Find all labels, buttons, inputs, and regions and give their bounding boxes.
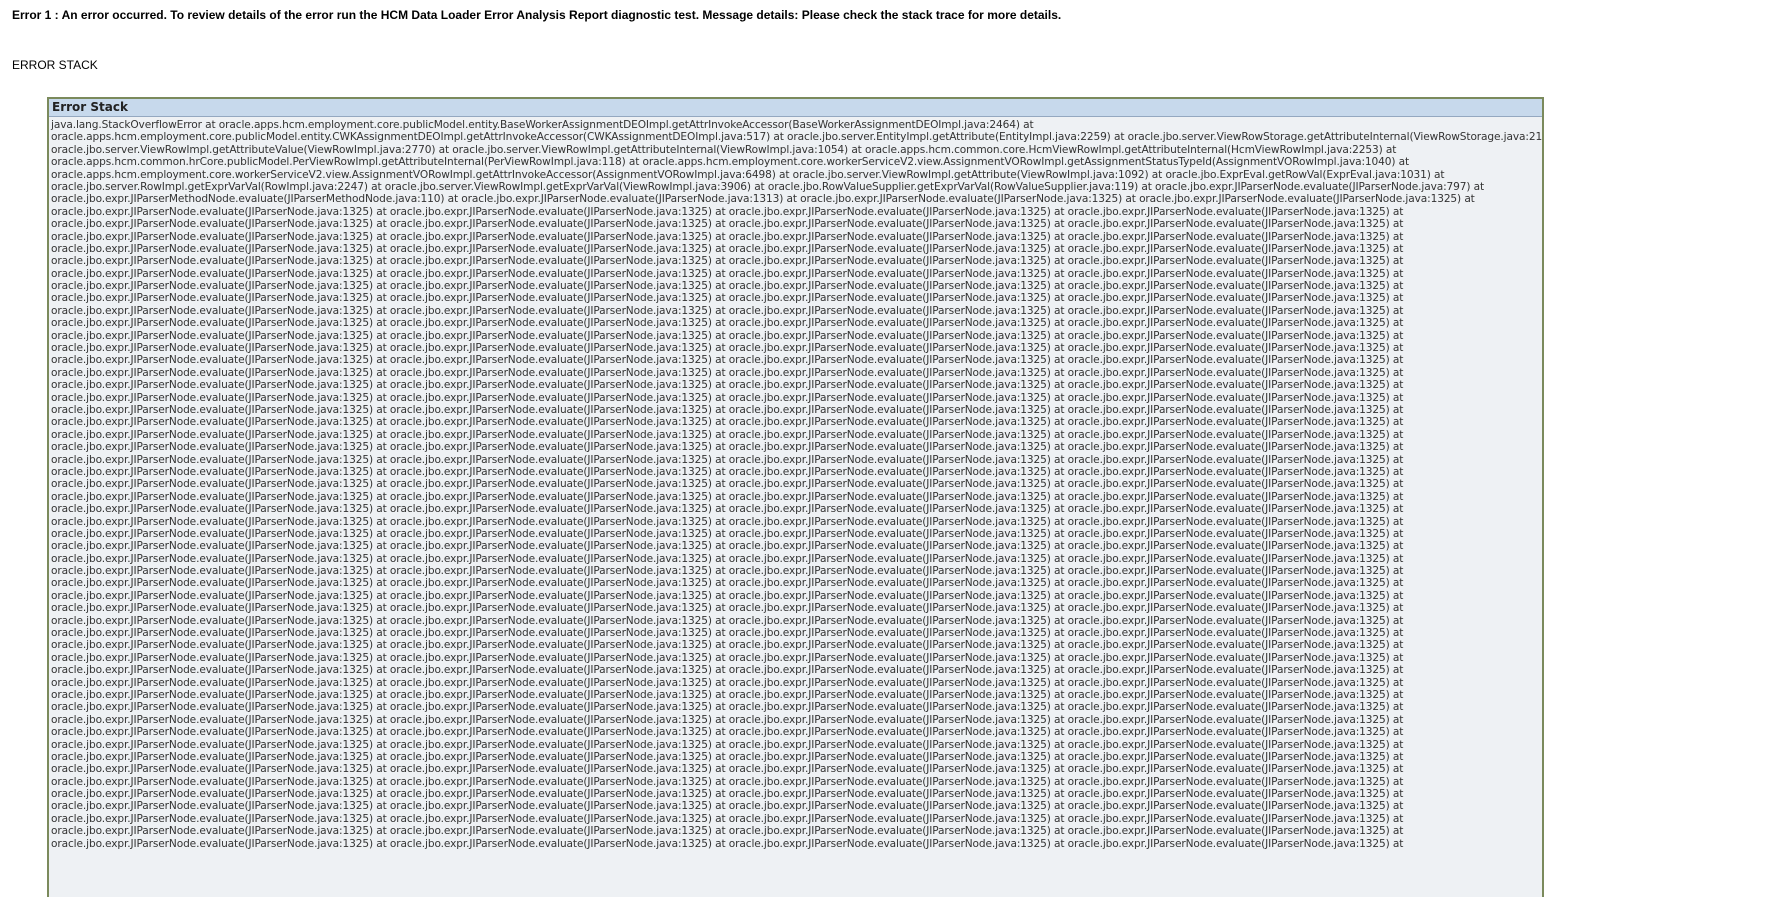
stack-trace-line: oracle.jbo.expr.JIParserNode.evaluate(JI… xyxy=(51,441,1404,454)
stack-trace-line: oracle.jbo.expr.JIParserNode.evaluate(JI… xyxy=(51,354,1404,367)
stack-trace-line: oracle.jbo.expr.JIParserNode.evaluate(JI… xyxy=(51,478,1404,491)
stack-trace-line: oracle.jbo.expr.JIParserNode.evaluate(JI… xyxy=(51,775,1404,788)
stack-trace-line: oracle.jbo.expr.JIParserNode.evaluate(JI… xyxy=(51,292,1404,305)
stack-trace-line: oracle.jbo.expr.JIParserNode.evaluate(JI… xyxy=(51,379,1404,392)
stack-trace-line: oracle.jbo.expr.JIParserNode.evaluate(JI… xyxy=(51,602,1404,615)
stack-trace-line: oracle.jbo.expr.JIParserNode.evaluate(JI… xyxy=(51,577,1404,590)
stack-trace-line: oracle.jbo.expr.JIParserNode.evaluate(JI… xyxy=(51,304,1404,317)
stack-trace-line: oracle.jbo.expr.JIParserNode.evaluate(JI… xyxy=(51,403,1404,416)
stack-trace-line: oracle.apps.hcm.employment.core.publicMo… xyxy=(51,131,1544,144)
stack-trace-line: oracle.jbo.expr.JIParserNode.evaluate(JI… xyxy=(51,837,1404,850)
stack-trace-line: java.lang.StackOverflowError at oracle.a… xyxy=(51,119,1034,131)
stack-trace-line: oracle.jbo.expr.JIParserNode.evaluate(JI… xyxy=(51,664,1404,677)
stack-trace-line: oracle.jbo.expr.JIParserNode.evaluate(JI… xyxy=(51,812,1404,825)
stack-trace-line: oracle.jbo.expr.JIParserNode.evaluate(JI… xyxy=(51,342,1404,355)
stack-trace-line: oracle.jbo.server.ViewRowImpl.getAttribu… xyxy=(51,143,1397,156)
stack-trace-line: oracle.apps.hcm.employment.core.workerSe… xyxy=(51,168,1445,181)
stack-trace-line: oracle.jbo.expr.JIParserNode.evaluate(JI… xyxy=(51,788,1404,801)
stack-trace-line: oracle.jbo.expr.JIParserNode.evaluate(JI… xyxy=(51,825,1404,838)
stack-trace-line: oracle.jbo.expr.JIParserNode.evaluate(JI… xyxy=(51,701,1404,714)
stack-trace-line: oracle.apps.hcm.common.hrCore.publicMode… xyxy=(51,156,1410,169)
stack-trace-line: oracle.jbo.expr.JIParserNode.evaluate(JI… xyxy=(51,255,1404,268)
stack-trace-line: oracle.jbo.expr.JIParserNode.evaluate(JI… xyxy=(51,565,1404,578)
section-title: ERROR STACK xyxy=(12,58,98,72)
stack-trace-line: oracle.jbo.expr.JIParserNode.evaluate(JI… xyxy=(51,267,1404,280)
stack-trace-line: oracle.jbo.expr.JIParserNode.evaluate(JI… xyxy=(51,205,1404,218)
error-stack-header: Error Stack xyxy=(49,99,1542,117)
stack-trace-line: oracle.jbo.expr.JIParserNode.evaluate(JI… xyxy=(51,589,1404,602)
stack-trace-line: oracle.jbo.expr.JIParserNode.evaluate(JI… xyxy=(51,515,1404,528)
stack-trace-line: oracle.jbo.expr.JIParserNode.evaluate(JI… xyxy=(51,391,1404,404)
stack-trace-line: oracle.jbo.expr.JIParserNode.evaluate(JI… xyxy=(51,688,1404,701)
stack-trace-line: oracle.jbo.expr.JIParserNode.evaluate(JI… xyxy=(51,242,1404,255)
stack-trace-line: oracle.jbo.expr.JIParserNode.evaluate(JI… xyxy=(51,317,1404,330)
stack-trace-line: oracle.jbo.expr.JIParserNode.evaluate(JI… xyxy=(51,639,1404,652)
stack-trace-line: oracle.jbo.expr.JIParserNode.evaluate(JI… xyxy=(51,713,1404,726)
stack-trace-line: oracle.jbo.expr.JIParserNode.evaluate(JI… xyxy=(51,726,1404,739)
stack-trace-line: oracle.jbo.expr.JIParserNode.evaluate(JI… xyxy=(51,329,1404,342)
stack-trace-line: oracle.jbo.expr.JIParserNode.evaluate(JI… xyxy=(51,230,1404,243)
stack-trace-line: oracle.jbo.expr.JIParserNode.evaluate(JI… xyxy=(51,763,1404,776)
stack-trace-line: oracle.jbo.expr.JIParserNode.evaluate(JI… xyxy=(51,503,1404,516)
error-stack-text: java.lang.StackOverflowError at oracle.a… xyxy=(49,117,1542,850)
stack-trace-line: oracle.jbo.expr.JIParserNode.evaluate(JI… xyxy=(51,676,1404,689)
stack-trace-line: oracle.jbo.expr.JIParserNode.evaluate(JI… xyxy=(51,738,1404,751)
error-stack-panel: Error Stack java.lang.StackOverflowError… xyxy=(47,97,1544,897)
stack-trace-line: oracle.jbo.expr.JIParserNode.evaluate(JI… xyxy=(51,750,1404,763)
stack-trace-line: oracle.jbo.server.RowImpl.getExprVarVal(… xyxy=(51,180,1485,193)
stack-trace-line: oracle.jbo.expr.JIParserNode.evaluate(JI… xyxy=(51,540,1404,553)
stack-trace-line: oracle.jbo.expr.JIParserNode.evaluate(JI… xyxy=(51,218,1404,231)
stack-trace-line: oracle.jbo.expr.JIParserNode.evaluate(JI… xyxy=(51,527,1404,540)
stack-trace-line: oracle.jbo.expr.JIParserNode.evaluate(JI… xyxy=(51,453,1404,466)
stack-trace-line: oracle.jbo.expr.JIParserNode.evaluate(JI… xyxy=(51,416,1404,429)
stack-trace-line: oracle.jbo.expr.JIParserNode.evaluate(JI… xyxy=(51,627,1404,640)
stack-trace-line: oracle.jbo.expr.JIParserNode.evaluate(JI… xyxy=(51,465,1404,478)
stack-trace-line: oracle.jbo.expr.JIParserMethodNode.evalu… xyxy=(51,193,1475,206)
stack-trace-line: oracle.jbo.expr.JIParserNode.evaluate(JI… xyxy=(51,651,1404,664)
stack-trace-line: oracle.jbo.expr.JIParserNode.evaluate(JI… xyxy=(51,552,1404,565)
stack-trace-line: oracle.jbo.expr.JIParserNode.evaluate(JI… xyxy=(51,366,1404,379)
stack-trace-line: oracle.jbo.expr.JIParserNode.evaluate(JI… xyxy=(51,800,1404,813)
error-message: Error 1 : An error occurred. To review d… xyxy=(12,8,1062,22)
stack-trace-line: oracle.jbo.expr.JIParserNode.evaluate(JI… xyxy=(51,614,1404,627)
stack-trace-line: oracle.jbo.expr.JIParserNode.evaluate(JI… xyxy=(51,280,1404,293)
stack-trace-line: oracle.jbo.expr.JIParserNode.evaluate(JI… xyxy=(51,428,1404,441)
stack-trace-line: oracle.jbo.expr.JIParserNode.evaluate(JI… xyxy=(51,490,1404,503)
